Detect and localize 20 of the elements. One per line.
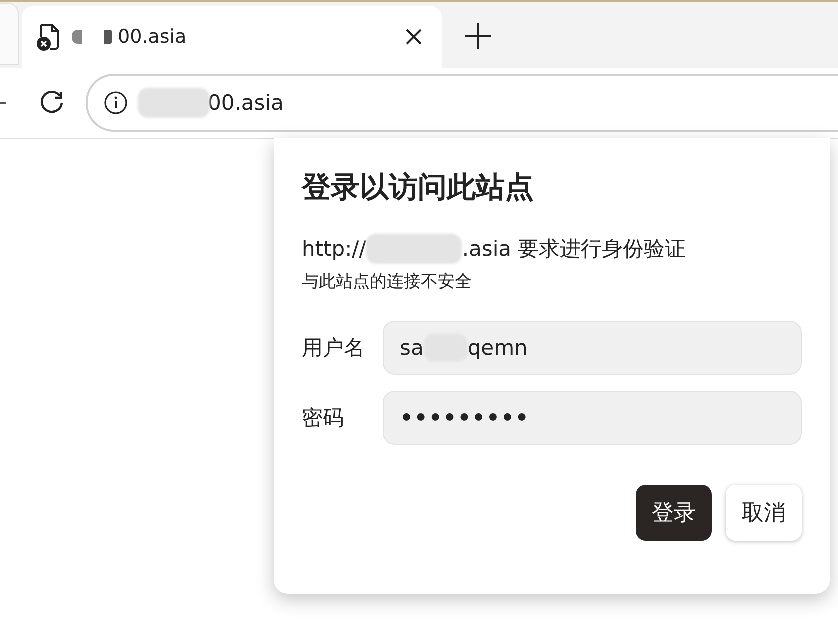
field-label: 密码	[302, 405, 345, 432]
tab-title: 00.asia	[118, 26, 187, 48]
dialog-title: 登录以访问此站点	[302, 169, 535, 206]
username-start: sa	[400, 336, 424, 360]
info-icon[interactable]	[104, 91, 128, 115]
login-button[interactable]: 登录	[636, 485, 712, 541]
cancel-button[interactable]: 取消	[726, 485, 802, 541]
browser-tab[interactable]: 00.asia	[22, 6, 442, 68]
field-label: 用户名	[302, 335, 366, 362]
message-text: http://	[302, 237, 366, 261]
page-error-icon	[36, 22, 62, 52]
address-bar[interactable]: 00.asia	[86, 74, 838, 132]
url-text: 00.asia	[208, 91, 284, 115]
blurred-text	[138, 88, 210, 118]
username-end: qemn	[468, 336, 528, 360]
username-field[interactable]: sa qemn	[383, 321, 802, 375]
message-text: .asia 要求进行身份验证	[462, 236, 686, 263]
password-dots: •••••••••	[400, 406, 530, 430]
warning-text: 与此站点的连接不安全	[302, 271, 473, 293]
password-field[interactable]: •••••••••	[383, 391, 802, 445]
